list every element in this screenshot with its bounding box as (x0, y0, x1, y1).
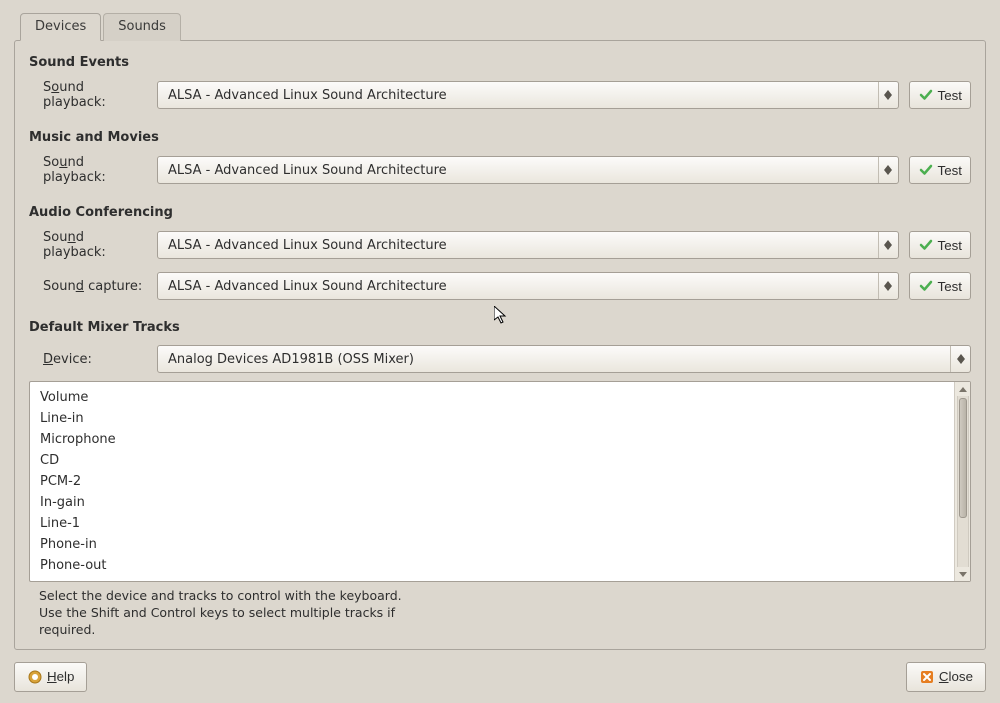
track-item[interactable]: CD (30, 450, 954, 471)
track-item[interactable]: Phone-in (30, 534, 954, 555)
sound-events-playback-label: Sound playback: (43, 80, 147, 110)
mixer-device-label: Device: (43, 352, 147, 367)
chevron-updown-icon (878, 273, 894, 299)
track-item[interactable]: Microphone (30, 429, 954, 450)
devices-panel: Sound Events Sound playback: ALSA - Adva… (14, 40, 986, 650)
track-item[interactable]: Volume (30, 387, 954, 408)
scroll-up-icon[interactable] (955, 382, 970, 396)
mixer-tracks-list[interactable]: VolumeLine-inMicrophoneCDPCM-2In-gainLin… (29, 381, 971, 582)
footer: Help Close (14, 662, 986, 692)
check-icon (918, 278, 934, 294)
music-movies-title: Music and Movies (29, 130, 971, 145)
tab-sounds-label: Sounds (118, 19, 166, 34)
test-label: Test (938, 238, 962, 253)
close-button[interactable]: Close (906, 662, 986, 692)
tab-bar: Devices Sounds (20, 12, 986, 40)
music-movies-playback-value: ALSA - Advanced Linux Sound Architecture (168, 163, 878, 178)
scroll-thumb[interactable] (959, 398, 967, 518)
music-movies-test-button[interactable]: Test (909, 156, 971, 184)
conferencing-playback-label: Sound playback: (43, 230, 147, 260)
conferencing-playback-test-button[interactable]: Test (909, 231, 971, 259)
music-movies-playback-combo[interactable]: ALSA - Advanced Linux Sound Architecture (157, 156, 899, 184)
conferencing-playback-combo[interactable]: ALSA - Advanced Linux Sound Architecture (157, 231, 899, 259)
test-label: Test (938, 279, 962, 294)
help-icon (27, 669, 43, 685)
conferencing-capture-combo[interactable]: ALSA - Advanced Linux Sound Architecture (157, 272, 899, 300)
conferencing-capture-test-button[interactable]: Test (909, 272, 971, 300)
conferencing-capture-value: ALSA - Advanced Linux Sound Architecture (168, 279, 878, 294)
tab-devices-label: Devices (35, 19, 86, 34)
conferencing-capture-label: Sound capture: (43, 279, 147, 294)
sound-events-title: Sound Events (29, 55, 971, 70)
chevron-updown-icon (950, 346, 966, 372)
sound-events-playback-value: ALSA - Advanced Linux Sound Architecture (168, 88, 878, 103)
track-item[interactable]: In-gain (30, 492, 954, 513)
check-icon (918, 237, 934, 253)
track-item[interactable]: Line-1 (30, 513, 954, 534)
conferencing-playback-value: ALSA - Advanced Linux Sound Architecture (168, 238, 878, 253)
help-button[interactable]: Help (14, 662, 87, 692)
chevron-updown-icon (878, 82, 894, 108)
mixer-title: Default Mixer Tracks (29, 320, 971, 335)
music-movies-playback-label: Sound playback: (43, 155, 147, 185)
conferencing-title: Audio Conferencing (29, 205, 971, 220)
check-icon (918, 87, 934, 103)
mixer-device-value: Analog Devices AD1981B (OSS Mixer) (168, 352, 950, 367)
close-icon (919, 669, 935, 685)
check-icon (918, 162, 934, 178)
sound-events-test-button[interactable]: Test (909, 81, 971, 109)
tab-devices[interactable]: Devices (20, 13, 101, 41)
tab-sounds[interactable]: Sounds (103, 13, 181, 41)
chevron-updown-icon (878, 232, 894, 258)
track-item[interactable]: Phone-out (30, 555, 954, 576)
scrollbar[interactable] (954, 382, 970, 581)
mixer-hint: Select the device and tracks to control … (39, 588, 971, 639)
scroll-down-icon[interactable] (955, 567, 970, 581)
test-label: Test (938, 88, 962, 103)
sound-events-playback-combo[interactable]: ALSA - Advanced Linux Sound Architecture (157, 81, 899, 109)
track-item[interactable]: PCM-2 (30, 471, 954, 492)
chevron-updown-icon (878, 157, 894, 183)
mixer-device-combo[interactable]: Analog Devices AD1981B (OSS Mixer) (157, 345, 971, 373)
test-label: Test (938, 163, 962, 178)
track-item[interactable]: Line-in (30, 408, 954, 429)
